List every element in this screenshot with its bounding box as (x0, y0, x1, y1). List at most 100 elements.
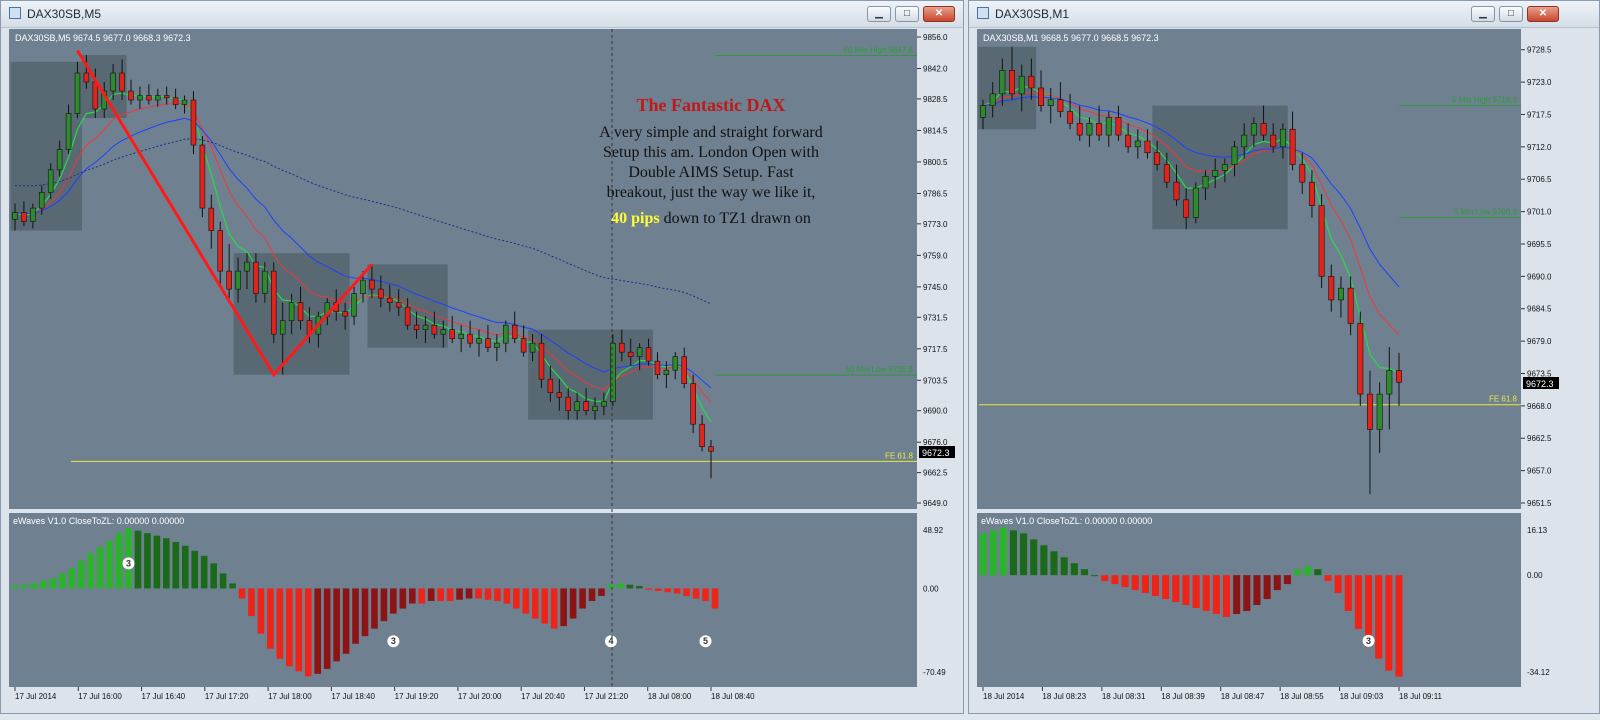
bear-candle (1076, 123, 1083, 136)
price-axis (1521, 29, 1569, 687)
bull-candle (181, 99, 188, 105)
oscillator-bar (1151, 575, 1160, 597)
bear-candle (21, 212, 27, 222)
oscillator-bar (323, 588, 331, 669)
oscillator-bar (446, 588, 454, 602)
bear-candle (172, 97, 179, 105)
oscillator-bar (607, 584, 615, 589)
oscillator-bar (219, 573, 227, 589)
bear-candle (1115, 117, 1122, 136)
minimize-button[interactable]: ▁ (867, 6, 891, 22)
price-tick-label: 9759.0 (923, 251, 948, 260)
oscillator-bar (1192, 575, 1200, 608)
m1-chart-canvas[interactable]: 5 Min High 9719.0 5 Min Low 9700.0 FE 61.8… (969, 27, 1599, 713)
oscillator-bar (522, 588, 530, 614)
chart-window-m5[interactable]: DAX30SB,M5 ▁ □ ✕ 60 Min High 9847.8 60 Mi… (0, 0, 964, 714)
bull-candle (980, 105, 986, 118)
chart-window-m1[interactable]: DAX30SB,M1 ▁ □ ✕ 5 Min High 9719.0 5 Min … (968, 0, 1600, 714)
price-tick-label: 9814.5 (923, 126, 948, 135)
bear-candle (681, 356, 687, 384)
m5-chart-canvas[interactable]: 60 Min High 9847.8 60 Min Low 9705.8 FE 61… (1, 27, 963, 713)
price-tick-label: 9679.0 (1527, 337, 1552, 346)
oscillator-bar (465, 588, 473, 599)
oscillator-bar (702, 588, 709, 602)
indicator-header: eWaves V1.0 CloseToZL: 0.00000 0.00000 (981, 516, 1152, 526)
bear-candle (654, 360, 661, 375)
close-button[interactable]: ✕ (923, 6, 955, 22)
bear-candle (1367, 393, 1373, 430)
bull-candle (235, 270, 241, 290)
oscillator-bar (692, 588, 700, 599)
oscillator-bar (1101, 575, 1109, 582)
oscillator-bar (172, 541, 180, 589)
oscillator-bar (257, 588, 265, 634)
annotation-tail: down to TZ1 drawn on (660, 210, 811, 227)
oscillator-bar (673, 588, 681, 594)
oscillator-bar (494, 588, 501, 602)
chart-window-icon (9, 7, 21, 19)
current-price-label: 9672.3 (922, 448, 950, 458)
oscillator-bar (68, 568, 76, 589)
price-level-label: 60 Min Low 9705.8 (845, 365, 913, 374)
bear-candle (520, 338, 527, 353)
bear-candle (208, 207, 215, 231)
bull-candle (360, 279, 366, 294)
time-tick-label: 18 Jul 2014 (983, 692, 1025, 701)
annotation-highlight: 40 pips (611, 210, 659, 227)
bull-candle (244, 261, 250, 272)
oscillator-bar (267, 588, 274, 649)
bear-candle (1183, 199, 1190, 218)
maximize-button[interactable]: □ (1499, 6, 1523, 22)
oscillator-bar (1070, 563, 1078, 576)
oscillator-bar (1080, 569, 1089, 576)
price-tick-label: 9690.0 (1527, 272, 1552, 281)
wave-count-label: 4 (608, 636, 613, 646)
price-tick-label: 9662.5 (1527, 434, 1552, 443)
oscillator-bar (314, 588, 322, 674)
bull-candle (494, 342, 500, 348)
bull-candle (137, 95, 143, 101)
oscillator-bar (1182, 575, 1190, 605)
minimize-button[interactable]: ▁ (1471, 6, 1495, 22)
bear-candle (190, 99, 197, 146)
bear-candle (1057, 99, 1064, 112)
oscillator-bar (1283, 575, 1291, 585)
time-tick-label: 18 Jul 09:11 (1399, 692, 1443, 701)
oscillator-bar (513, 588, 520, 609)
bull-candle (601, 401, 607, 407)
wave-count-label: 5 (703, 636, 708, 646)
bull-candle (30, 207, 36, 222)
wave-count-label: 3 (391, 636, 396, 646)
close-button[interactable]: ✕ (1527, 6, 1559, 22)
bear-candle (1289, 128, 1296, 165)
oscillator-bar (11, 585, 19, 589)
window-titlebar[interactable]: DAX30SB,M1 ▁ □ ✕ (969, 1, 1599, 28)
bear-candle (1396, 370, 1402, 383)
bear-candle (271, 270, 277, 335)
oscillator-bar (1273, 575, 1281, 591)
oscillator-bar (1162, 575, 1170, 600)
bear-candle (92, 81, 99, 110)
oscillator-bar (238, 588, 246, 599)
bear-candle (297, 302, 304, 321)
window-titlebar[interactable]: DAX30SB,M5 ▁ □ ✕ (1, 1, 963, 28)
oscillator-bar (304, 588, 312, 677)
bull-candle (74, 72, 81, 114)
bear-candle (485, 338, 491, 348)
bear-candle (645, 347, 652, 362)
bear-candle (119, 72, 125, 92)
bull-candle (1086, 123, 1093, 136)
time-tick-label: 17 Jul 20:40 (521, 692, 565, 701)
bear-candle (449, 329, 455, 339)
oscillator-bar (503, 588, 511, 604)
oscillator-bar (484, 588, 492, 600)
bear-candle (217, 230, 223, 272)
bull-candle (610, 342, 616, 402)
oscillator-bar (456, 588, 463, 600)
bear-candle (619, 342, 625, 353)
maximize-button[interactable]: □ (895, 6, 919, 22)
bear-candle (413, 324, 420, 330)
bear-candle (226, 270, 232, 290)
bear-candle (1009, 70, 1015, 95)
annotation-title: The Fantastic DAX (637, 95, 786, 115)
